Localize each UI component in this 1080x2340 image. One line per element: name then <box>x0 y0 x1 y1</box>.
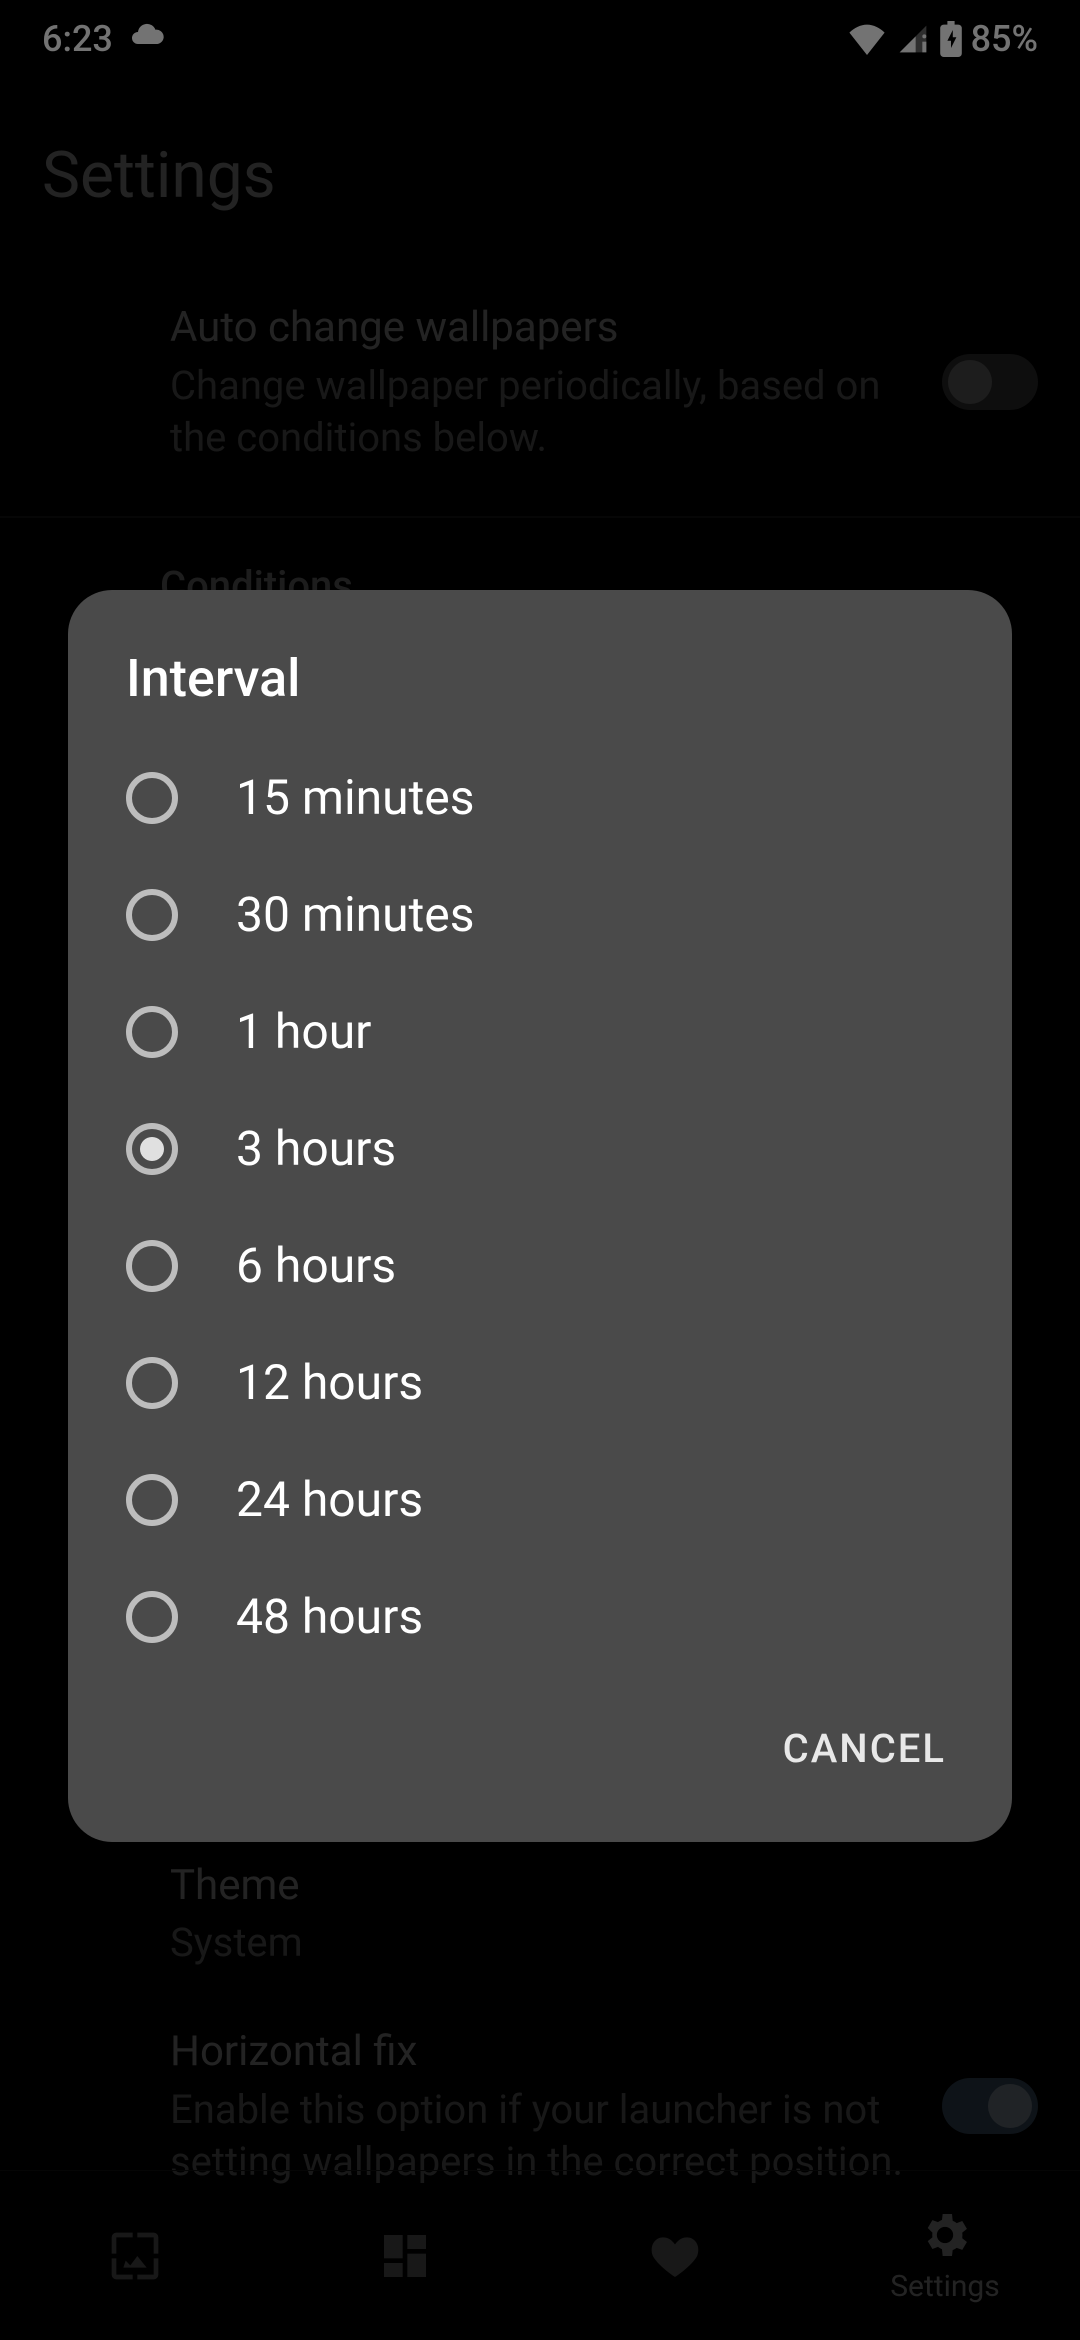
option-6-hours[interactable]: 6 hours <box>68 1207 1012 1324</box>
option-label: 30 minutes <box>236 886 475 943</box>
option-label: 15 minutes <box>236 769 475 826</box>
radio-icon <box>126 1240 178 1292</box>
option-15-minutes[interactable]: 15 minutes <box>68 739 1012 856</box>
radio-icon-selected <box>126 1123 178 1175</box>
interval-dialog: Interval 15 minutes 30 minutes 1 hour 3 … <box>68 590 1012 1842</box>
option-1-hour[interactable]: 1 hour <box>68 973 1012 1090</box>
radio-icon <box>126 1006 178 1058</box>
option-24-hours[interactable]: 24 hours <box>68 1441 1012 1558</box>
radio-icon <box>126 889 178 941</box>
dialog-title: Interval <box>68 648 1012 739</box>
option-label: 6 hours <box>236 1237 396 1294</box>
option-3-hours[interactable]: 3 hours <box>68 1090 1012 1207</box>
option-label: 24 hours <box>236 1471 423 1528</box>
option-48-hours[interactable]: 48 hours <box>68 1558 1012 1675</box>
cancel-button[interactable]: CANCEL <box>773 1705 956 1792</box>
option-label: 12 hours <box>236 1354 423 1411</box>
radio-icon <box>126 1474 178 1526</box>
radio-icon <box>126 1357 178 1409</box>
radio-icon <box>126 772 178 824</box>
option-label: 1 hour <box>236 1003 371 1060</box>
option-12-hours[interactable]: 12 hours <box>68 1324 1012 1441</box>
option-label: 48 hours <box>236 1588 423 1645</box>
radio-icon <box>126 1591 178 1643</box>
option-label: 3 hours <box>236 1120 396 1177</box>
option-30-minutes[interactable]: 30 minutes <box>68 856 1012 973</box>
